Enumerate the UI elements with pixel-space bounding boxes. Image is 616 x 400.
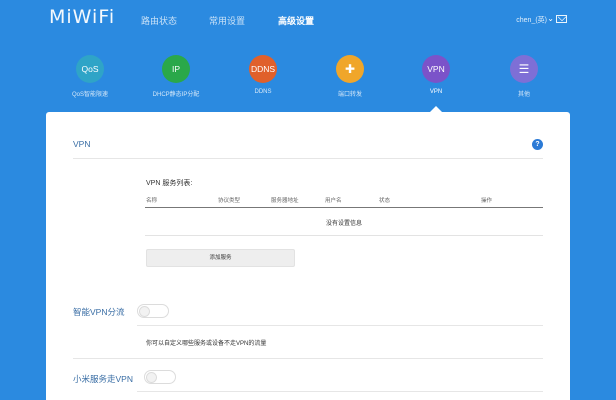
feature-label: 其他: [517, 92, 530, 98]
table-header-line: [145, 207, 543, 208]
feature-label: VPN: [429, 89, 443, 95]
help-icon[interactable]: ?: [532, 139, 543, 150]
column-header-name: 名称: [146, 198, 158, 204]
user-menu[interactable]: chen_(英): [516, 15, 547, 25]
column-header-username: 用户名: [325, 198, 342, 204]
more-icon: ☰: [510, 55, 538, 83]
section-divider: [73, 358, 543, 359]
vpn-settings-panel: VPN ? VPN 服务列表: 名称 协议类型 服务器地址 用户名 状态 操作 …: [46, 112, 570, 400]
table-row-line: [145, 235, 543, 236]
smart-vpn-title: 智能VPN分流: [73, 307, 125, 317]
toggle-knob: [139, 306, 150, 317]
qos-icon: QoS: [76, 55, 104, 83]
ddns-icon: DDNS: [249, 55, 277, 83]
feature-dhcp-static-ip[interactable]: IP DHCP静态IP分配: [141, 55, 211, 98]
feature-more[interactable]: ☰ 其他: [489, 55, 559, 98]
empty-table-message: 没有设置信息: [325, 221, 362, 227]
vpn-list-title: VPN 服务列表:: [146, 180, 193, 187]
feature-ddns[interactable]: DDNS DDNS: [228, 55, 298, 95]
top-navigation: MiWiFi 路由状态 常用设置 高级设置 chen_(英) ⌄: [0, 0, 616, 40]
nav-router-status[interactable]: 路由状态: [141, 14, 177, 27]
mi-vpn-toggle[interactable]: [144, 370, 176, 384]
vpn-icon: VPN: [422, 55, 450, 83]
smart-vpn-description: 你可以自定义哪些服务或设备不走VPN的流量: [146, 341, 267, 347]
mi-vpn-title: 小米服务走VPN: [73, 374, 133, 384]
chevron-down-icon[interactable]: ⌄: [547, 14, 554, 23]
column-header-status: 状态: [379, 198, 391, 204]
section-divider: [137, 325, 543, 326]
feature-qos[interactable]: QoS QoS智能限速: [55, 55, 125, 98]
ip-icon: IP: [162, 55, 190, 83]
nav-advanced-settings[interactable]: 高级设置: [278, 14, 314, 27]
add-service-button[interactable]: 添加服务: [146, 249, 295, 267]
feature-port-forward[interactable]: ✚ 端口转发: [315, 55, 385, 98]
toggle-knob: [146, 372, 157, 383]
section-divider: [73, 158, 543, 159]
port-forward-icon: ✚: [336, 55, 364, 83]
miwifi-logo[interactable]: MiWiFi: [49, 6, 115, 28]
smart-vpn-toggle[interactable]: [137, 304, 169, 318]
nav-common-settings[interactable]: 常用设置: [209, 14, 245, 27]
vpn-section-title: VPN: [73, 139, 91, 149]
feature-vpn[interactable]: VPN VPN: [401, 55, 471, 95]
column-header-actions: 操作: [481, 198, 493, 204]
mail-icon[interactable]: [556, 15, 567, 23]
column-header-protocol: 协议类型: [218, 198, 241, 204]
column-header-server: 服务器地址: [271, 198, 299, 204]
feature-label: QoS智能限速: [71, 92, 108, 98]
feature-label: 端口转发: [337, 92, 362, 98]
feature-label: DHCP静态IP分配: [152, 92, 200, 98]
feature-label: DDNS: [254, 89, 272, 95]
section-divider: [137, 391, 543, 392]
